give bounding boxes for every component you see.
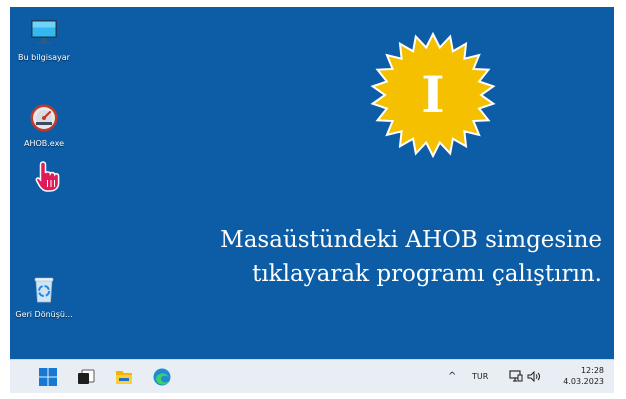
taskbar: ^ TUR 12:28 4.03.2023 [10, 359, 614, 393]
desktop: Bu bilgisayar AHOB.exe Geri Dönüşü... I … [10, 7, 614, 359]
task-view-icon[interactable] [76, 367, 96, 387]
edge-browser-icon[interactable] [152, 367, 172, 387]
hand-pointer-icon [35, 161, 60, 192]
file-explorer-icon[interactable] [114, 367, 134, 387]
desktop-icon-label: AHOB.exe [23, 139, 64, 148]
desktop-icon-ahob[interactable]: AHOB.exe [12, 103, 76, 149]
recycle-bin-icon [34, 277, 54, 303]
desktop-icon-recycle-bin[interactable]: Geri Dönüşü... [12, 274, 76, 320]
tray-chevron[interactable]: ^ [448, 360, 456, 393]
desktop-icon-label: Geri Dönüşü... [15, 310, 73, 319]
desktop-icon-label: Bu bilgisayar [18, 53, 70, 62]
desktop-icon-this-pc[interactable]: Bu bilgisayar [12, 17, 76, 63]
starburst-badge-icon: I [370, 32, 496, 158]
instruction-line-2: tıklayarak programı çalıştırın. [252, 261, 602, 287]
monitor-icon [31, 20, 57, 44]
language-indicator[interactable]: TUR [472, 360, 488, 393]
volume-icon[interactable] [527, 371, 541, 382]
clock[interactable]: 12:28 4.03.2023 [563, 365, 604, 387]
ahob-app-icon [30, 104, 58, 132]
instruction-text: Masaüstündeki AHOB simgesine tıklayarak … [162, 223, 602, 291]
clock-date: 4.03.2023 [563, 377, 604, 386]
badge-text: I [421, 65, 444, 124]
screen: Bu bilgisayar AHOB.exe Geri Dönüşü... I … [0, 0, 626, 399]
instruction-line-1: Masaüstündeki AHOB simgesine [220, 227, 602, 253]
clock-time: 12:28 [580, 366, 604, 375]
windows-start-icon[interactable] [38, 367, 58, 387]
network-icon[interactable] [509, 370, 523, 383]
